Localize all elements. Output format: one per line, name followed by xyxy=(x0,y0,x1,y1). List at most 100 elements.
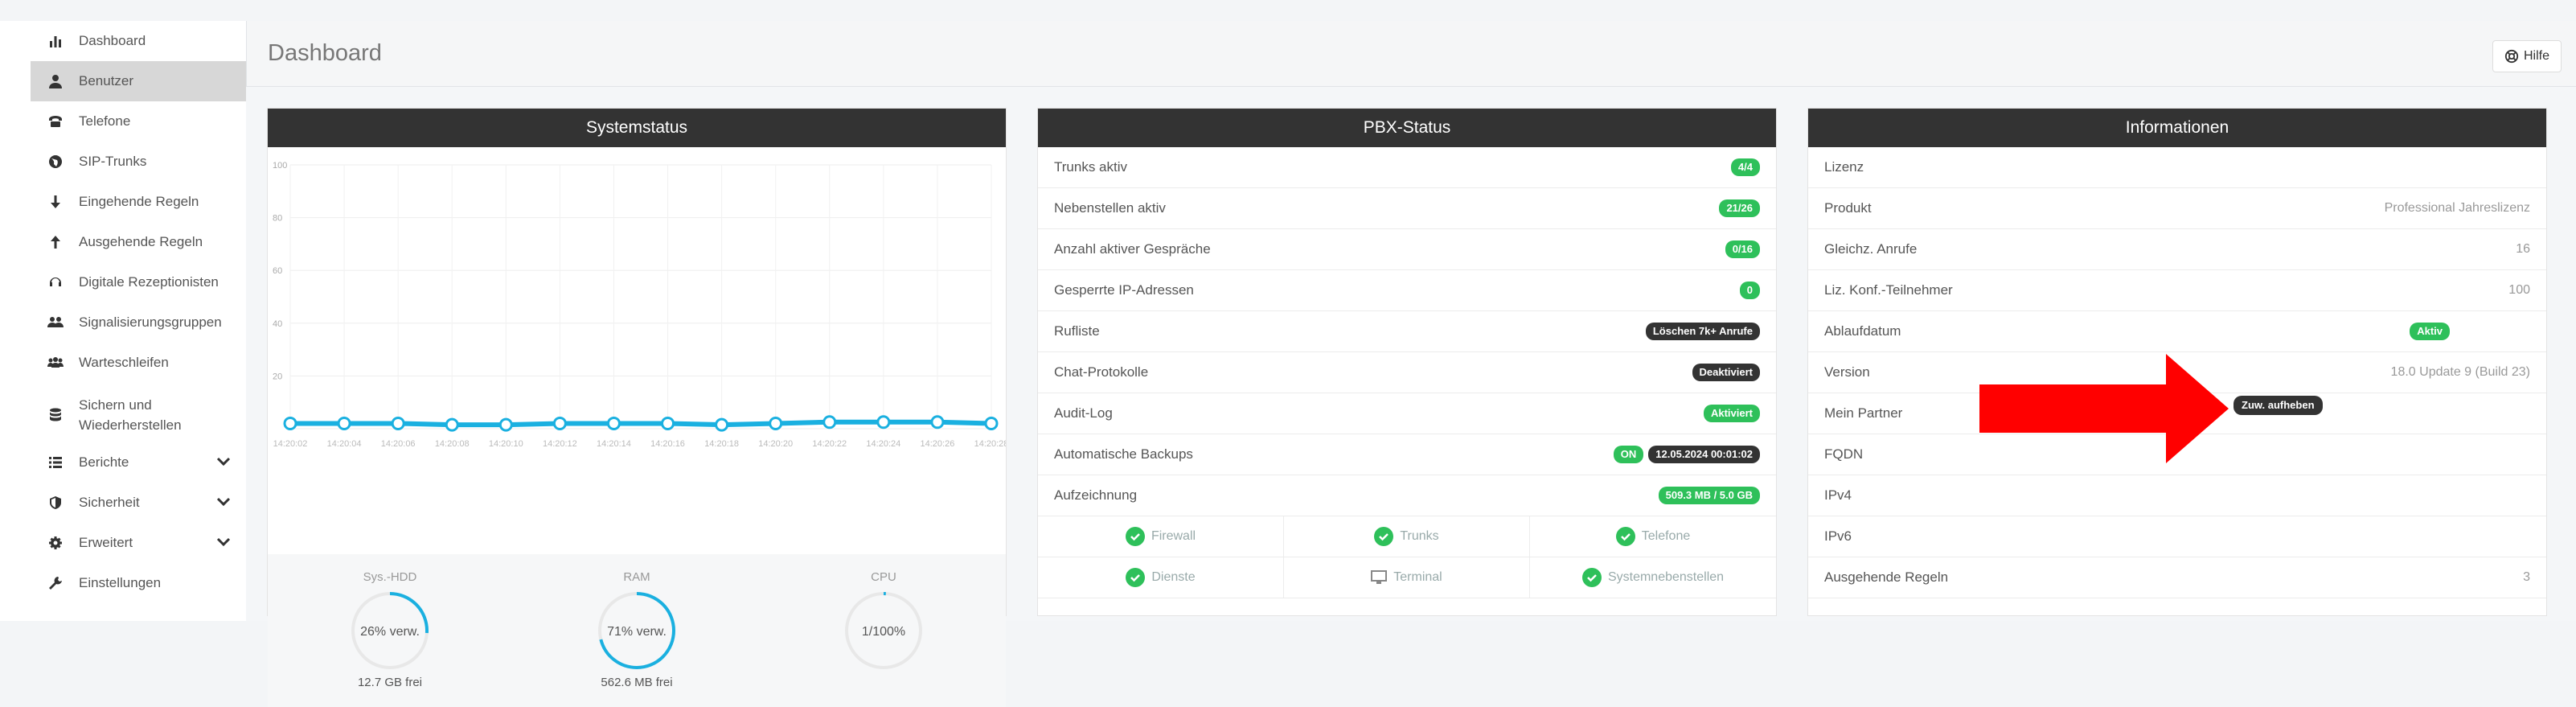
main-content: Dashboard Hilfe Systemstatus 100 80 60 40 20… xyxy=(246,21,2576,707)
data-point xyxy=(984,416,999,430)
sidebar-item-sichern[interactable]: Sichern und Wiederherstellen xyxy=(31,391,246,439)
pbx-row-label: Gesperrte IP-Adressen xyxy=(1054,282,1194,298)
gauge-ram: RAM 71% verw. 562.6 MB frei xyxy=(556,570,717,689)
service-status: Dienste xyxy=(1038,557,1284,598)
sidebar-item-dashboard[interactable]: Dashboard xyxy=(31,21,246,61)
info-row-value: 16 xyxy=(2516,242,2530,256)
red-arrow-annotation xyxy=(1979,354,2229,463)
list-icon xyxy=(43,454,68,471)
pbx-row-label: Nebenstellen aktiv xyxy=(1054,200,1166,216)
check-circle-icon xyxy=(1615,527,1635,546)
info-row-value: 18.0 Update 9 (Build 23) xyxy=(2390,365,2530,379)
sidebar-item-ausgehende-regeln[interactable]: Ausgehende Regeln xyxy=(31,222,246,262)
pbx-row-label: Rufliste xyxy=(1054,323,1100,339)
x-tick-label: 14:20:12 xyxy=(543,439,577,449)
cpu-line-chart: 100 80 60 40 20 14:20:02 14:20:04 14:20:06 14:20… xyxy=(273,161,1006,449)
service-status: Trunks xyxy=(1284,516,1530,557)
info-row-value: 100 xyxy=(2508,283,2530,297)
status-badge: 0 xyxy=(1739,282,1760,299)
data-point xyxy=(337,416,351,430)
gauge-title: CPU xyxy=(871,570,896,584)
sidebar-item-telefone[interactable]: Telefone xyxy=(31,101,246,142)
info-row-label: Ausgehende Regeln xyxy=(1824,569,1949,585)
sidebar-item-berichte[interactable]: Berichte xyxy=(31,442,246,483)
status-badge: Deaktiviert xyxy=(1692,364,1760,381)
gauge-title: RAM xyxy=(623,570,650,584)
help-label: Hilfe xyxy=(2523,49,2549,63)
pbx-row-value: Löschen 7k+ Anrufe xyxy=(1645,311,1760,351)
status-badge: Aktiviert xyxy=(1703,405,1760,422)
sidebar-item-digitale-rezeptionisten[interactable]: Digitale Rezeptionisten xyxy=(31,262,246,302)
service-label: Dienste xyxy=(1151,570,1196,584)
user-icon xyxy=(43,73,68,89)
status-badge: Löschen 7k+ Anrufe xyxy=(1645,323,1760,340)
sidebar-item-label: Einstellungen xyxy=(79,575,162,590)
service-label: Systemnebenstellen xyxy=(1607,570,1725,584)
sidebar-item-signalisierungsgruppen[interactable]: Signalisierungsgruppen xyxy=(31,302,246,343)
x-tick-label: 14:20:08 xyxy=(435,439,470,449)
lifebuoy-icon xyxy=(2504,49,2519,64)
x-tick-label: 14:20:20 xyxy=(758,439,793,449)
data-point xyxy=(930,415,945,430)
headset-icon xyxy=(43,274,68,290)
pbx-row-label: Anzahl aktiver Gespräche xyxy=(1054,241,1211,257)
sidebar-item-label: Telefone xyxy=(79,113,131,129)
y-tick-label: 100 xyxy=(273,161,287,171)
unassign-partner-button[interactable]: Zuw. aufheben xyxy=(2233,396,2323,415)
info-row: Lizenz xyxy=(1808,147,2546,188)
sidebar-item-label: Signalisierungsgruppen xyxy=(79,314,222,330)
sidebar-item-benutzer[interactable]: Benutzer xyxy=(31,61,246,101)
chevron-down-icon[interactable] xyxy=(215,454,232,470)
x-tick-label: 14:20:18 xyxy=(704,439,739,449)
pbx-row-value: 0 xyxy=(1739,270,1760,310)
y-tick-label: 60 xyxy=(273,266,282,276)
info-row: IPv6 xyxy=(1808,516,2546,557)
pbx-row-value: ON 12.05.2024 00:01:02 xyxy=(1613,434,1760,475)
info-row: Produkt Professional Jahreslizenz xyxy=(1808,188,2546,229)
pbx-status-title: PBX-Status xyxy=(1038,109,1776,147)
x-tick-label: 14:20:24 xyxy=(866,439,900,449)
pbx-row: Audit-Log Aktiviert xyxy=(1038,393,1776,434)
data-point xyxy=(552,416,567,430)
sidebar-item-label: Benutzer xyxy=(79,73,134,88)
pbx-row-label: Aufzeichnung xyxy=(1054,487,1138,503)
x-tick-label: 14:20:28 xyxy=(974,439,1006,449)
info-row-label: Liz. Konf.-Teilnehmer xyxy=(1824,282,1953,298)
help-button[interactable]: Hilfe xyxy=(2492,40,2562,72)
chevron-down-icon[interactable] xyxy=(215,494,232,510)
pbx-row-value: 4/4 xyxy=(1730,147,1760,187)
sidebar-item-label: Ausgehende Regeln xyxy=(79,234,203,249)
pbx-row: Chat-Protokolle Deaktiviert xyxy=(1038,352,1776,393)
info-row-label: FQDN xyxy=(1824,446,1864,462)
check-circle-icon xyxy=(1374,527,1394,546)
phone-icon xyxy=(43,113,68,129)
pbx-row-label: Trunks aktiv xyxy=(1054,159,1128,175)
pbx-row-value: 21/26 xyxy=(1719,188,1760,228)
sidebar-item-sicherheit[interactable]: Sicherheit xyxy=(31,483,246,523)
x-tick-label: 14:20:16 xyxy=(650,439,685,449)
y-tick-label: 20 xyxy=(273,372,282,381)
service-label: Terminal xyxy=(1393,570,1442,584)
sidebar-item-sip-trunks[interactable]: SIP-Trunks xyxy=(31,142,246,182)
status-badge: ON xyxy=(1613,446,1644,463)
pbx-row: Aufzeichnung 509.3 MB / 5.0 GB xyxy=(1038,475,1776,516)
sidebar-item-warteschleifen[interactable]: Warteschleifen xyxy=(31,343,246,383)
service-label: Telefone xyxy=(1641,529,1691,543)
gear-icon xyxy=(43,535,68,551)
chevron-down-icon[interactable] xyxy=(215,534,232,550)
pbx-row: Rufliste Löschen 7k+ Anrufe xyxy=(1038,311,1776,352)
sidebar-item-eingehende-regeln[interactable]: Eingehende Regeln xyxy=(31,182,246,222)
sidebar-item-label: Warteschleifen xyxy=(79,355,169,370)
service-label: Firewall xyxy=(1151,529,1196,543)
info-row-value: Professional Jahreslizenz xyxy=(2384,201,2530,215)
info-row-label: Produkt xyxy=(1824,200,1872,216)
status-badge: Aktiv xyxy=(2410,323,2450,340)
gauge-ring: 26% verw. xyxy=(351,592,429,669)
sidebar-item-erweitert[interactable]: Erweitert xyxy=(31,523,246,563)
systemstatus-title: Systemstatus xyxy=(268,109,1006,147)
info-row: Ablaufdatum Aktiv xyxy=(1808,311,2546,352)
gauge-free: 562.6 MB frei xyxy=(601,676,673,689)
sidebar-item-einstellungen[interactable]: Einstellungen xyxy=(31,563,246,603)
info-row: Liz. Konf.-Teilnehmer 100 xyxy=(1808,270,2546,311)
group-icon xyxy=(43,355,68,371)
